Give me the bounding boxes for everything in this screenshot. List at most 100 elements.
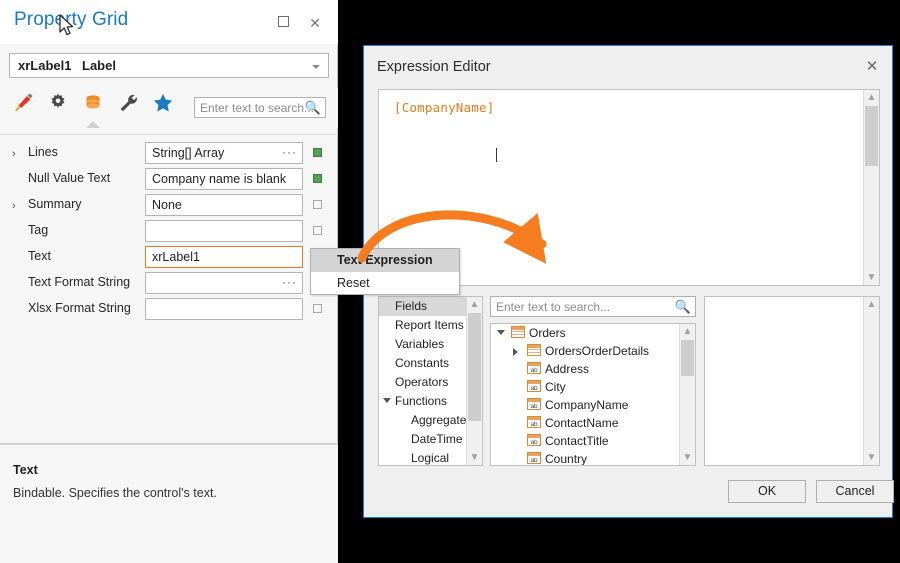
search-icon[interactable]: 🔍 <box>305 100 321 116</box>
property-row[interactable]: Xlsx Format String <box>0 296 338 322</box>
chevron-down-icon[interactable] <box>497 330 505 335</box>
scroll-down-icon[interactable]: ▼ <box>680 450 695 465</box>
tree-node[interactable]: abContactTitle <box>491 432 695 450</box>
toolbar-active-caret-icon <box>86 121 100 128</box>
tree-node[interactable]: OrdersOrderDetails <box>491 342 695 360</box>
expression-preview-panel: ▲ ▼ <box>704 296 880 466</box>
chevron-right-icon[interactable]: › <box>12 148 16 160</box>
appearance-brush-icon[interactable] <box>8 90 38 120</box>
property-label: Lines <box>28 145 58 159</box>
context-menu-item[interactable]: Reset <box>311 272 459 295</box>
description-body: Bindable. Specifies the control's text. <box>13 485 325 501</box>
tree-node[interactable]: abCompanyName <box>491 396 695 414</box>
property-value-input[interactable]: ··· <box>145 272 303 294</box>
ab-field-icon: ab <box>527 398 541 410</box>
behavior-gear-icon[interactable] <box>43 90 73 120</box>
ab-field-icon: ab <box>527 452 541 464</box>
misc-wrench-icon[interactable] <box>113 90 143 120</box>
tree-node-label: OrdersOrderDetails <box>545 344 649 358</box>
context-menu-item[interactable]: Text Expression <box>311 249 459 272</box>
scroll-down-icon[interactable]: ▼ <box>467 450 482 465</box>
property-value-input[interactable]: None <box>145 194 303 216</box>
ellipsis-button[interactable]: ··· <box>282 148 297 156</box>
category-item-label: Constants <box>395 356 449 370</box>
tree-node[interactable]: Orders <box>491 324 695 342</box>
ab-field-icon: ab <box>527 362 541 374</box>
category-scrollbar[interactable]: ▲ ▼ <box>466 297 482 465</box>
property-row[interactable]: › Summary None <box>0 192 338 218</box>
search-input[interactable]: Enter text to search... 🔍 <box>194 97 326 118</box>
scrollbar-thumb[interactable] <box>468 313 481 421</box>
chevron-down-icon[interactable] <box>312 65 320 69</box>
scroll-down-icon[interactable]: ▼ <box>864 450 879 465</box>
property-row[interactable]: Tag <box>0 218 338 244</box>
expression-scrollbar[interactable]: ▲ ▼ <box>863 90 879 285</box>
scroll-up-icon[interactable]: ▲ <box>864 90 879 105</box>
cancel-button[interactable]: Cancel <box>816 480 894 503</box>
property-description-panel: Text Bindable. Specifies the control's t… <box>0 444 338 563</box>
expression-binding-indicator[interactable] <box>313 148 322 157</box>
tree-node[interactable]: abAddress <box>491 360 695 378</box>
ab-glyph: ab <box>531 421 538 428</box>
property-row[interactable]: Text Format String··· <box>0 270 338 296</box>
property-value-text: xrLabel1 <box>152 250 200 264</box>
scrollbar-thumb[interactable] <box>681 340 694 376</box>
property-label: Text <box>28 249 51 263</box>
search-icon[interactable]: 🔍 <box>675 299 691 315</box>
category-item-label: Fields <box>395 299 427 313</box>
field-search-placeholder: Enter text to search... <box>496 300 610 314</box>
property-row[interactable]: › Lines String[] Array··· <box>0 140 338 166</box>
property-grid-titlebar: Property Grid ✕ <box>0 0 338 44</box>
property-value-input[interactable]: xrLabel1 <box>145 246 303 268</box>
preview-scrollbar[interactable]: ▲ ▼ <box>863 297 879 465</box>
property-row[interactable]: Null Value TextCompany name is blank <box>0 166 338 192</box>
category-item-label: Aggregate <box>411 413 466 427</box>
context-menu-item-label: Text Expression <box>337 253 433 267</box>
tree-node[interactable]: abCountry <box>491 450 695 466</box>
property-row[interactable]: Text xrLabel1 <box>0 244 338 270</box>
close-icon[interactable]: ✕ <box>306 14 324 32</box>
category-list-panel: FieldsReport ItemsVariablesConstantsOper… <box>378 296 483 466</box>
property-value-input[interactable]: Company name is blank <box>145 168 303 190</box>
tree-node-label: City <box>545 380 566 394</box>
restore-icon[interactable] <box>274 14 292 32</box>
tree-node-label: ContactName <box>545 416 618 430</box>
field-search-input[interactable]: Enter text to search... 🔍 <box>490 296 696 317</box>
expression-text: [CompanyName] <box>394 100 494 115</box>
data-database-icon[interactable] <box>78 90 108 120</box>
tree-node[interactable]: ab City <box>491 378 695 396</box>
property-value-input[interactable] <box>145 298 303 320</box>
object-selector-combobox[interactable]: xrLabel1 Label <box>9 53 329 78</box>
ab-field-icon: ab <box>527 380 541 392</box>
tree-node[interactable]: ab ContactName <box>491 414 695 432</box>
fields-tree-scrollbar[interactable]: ▲ ▼ <box>679 324 695 465</box>
chevron-right-icon[interactable]: › <box>12 200 16 212</box>
chevron-right-icon[interactable] <box>513 348 518 356</box>
fields-tree-panel: OrdersOrdersOrderDetailsabAddressabCitya… <box>490 323 696 466</box>
ok-button[interactable]: OK <box>728 480 806 503</box>
property-label: Summary <box>28 197 81 211</box>
expression-binding-indicator[interactable] <box>313 304 322 313</box>
scroll-up-icon[interactable]: ▲ <box>467 297 482 312</box>
property-value-input[interactable]: String[] Array··· <box>145 142 303 164</box>
property-value-input[interactable] <box>145 220 303 242</box>
favorites-star-icon[interactable] <box>148 90 178 120</box>
mouse-cursor-icon <box>58 14 78 40</box>
scroll-down-icon[interactable]: ▼ <box>864 270 879 285</box>
expression-binding-indicator[interactable] <box>313 200 322 209</box>
scroll-up-icon[interactable]: ▲ <box>864 297 879 312</box>
expression-binding-indicator[interactable] <box>313 226 322 235</box>
property-value-text: None <box>152 198 182 212</box>
ab-glyph: ab <box>531 457 538 464</box>
toolbar-divider <box>0 134 338 135</box>
close-icon[interactable]: ✕ <box>863 58 881 76</box>
category-item-label: DateTime <box>411 432 463 446</box>
tree-node-label: ContactTitle <box>545 434 609 448</box>
chevron-down-icon[interactable] <box>383 398 391 403</box>
expression-binding-indicator[interactable] <box>313 174 322 183</box>
screen-root: Property Grid ✕ xrLabel1 Label <box>0 0 900 563</box>
scroll-up-icon[interactable]: ▲ <box>680 324 695 339</box>
category-item-label: Logical <box>411 451 449 465</box>
ellipsis-button[interactable]: ··· <box>282 278 297 286</box>
scrollbar-thumb[interactable] <box>865 106 878 166</box>
